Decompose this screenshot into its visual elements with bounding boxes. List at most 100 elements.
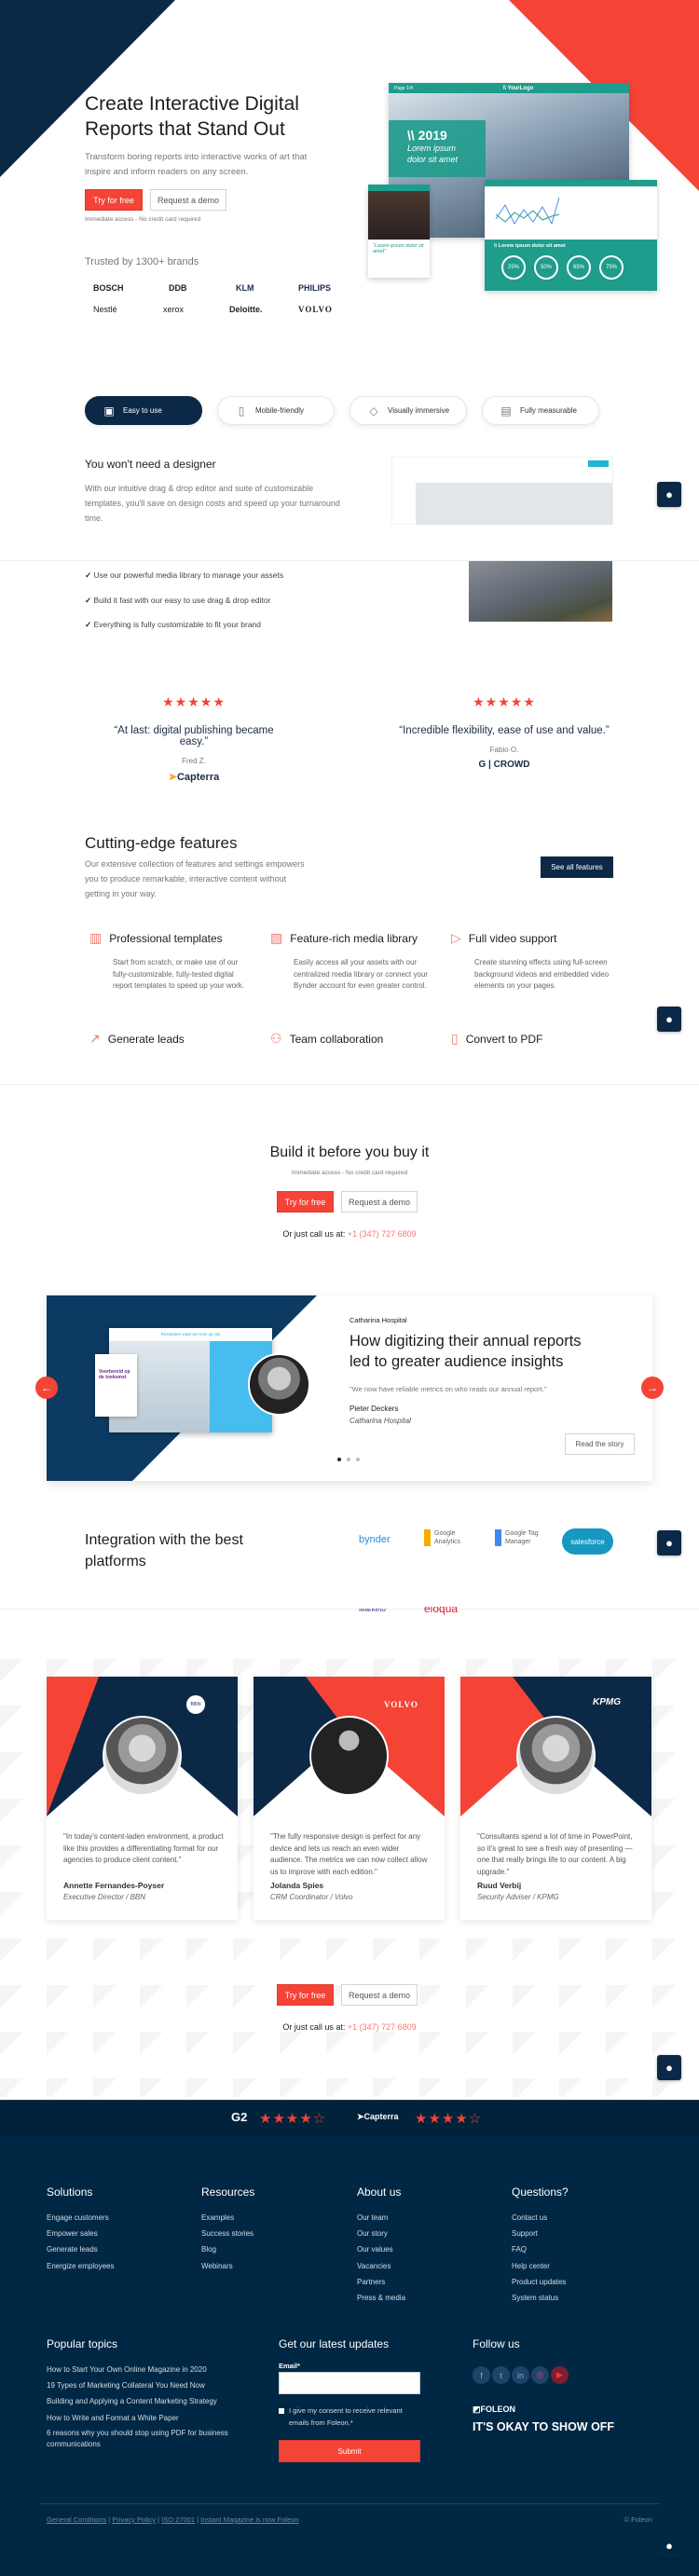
- chat-bubble-icon[interactable]: ●: [657, 1007, 681, 1032]
- topic-link[interactable]: How to Start Your Own Online Magazine in…: [47, 2362, 242, 2377]
- capterra-logo: ➤Capterra: [168, 772, 220, 783]
- feature-generate-leads: ↗ Generate leads: [89, 1031, 185, 1047]
- try-for-free-button[interactable]: Try for free: [85, 189, 143, 211]
- try-for-free-button[interactable]: Try for free: [277, 1191, 334, 1213]
- testimonial-card: BBN "In today's content-laden environmen…: [47, 1677, 238, 1920]
- call-label: Or just call us at:: [282, 2022, 346, 2032]
- facebook-icon[interactable]: f: [473, 2366, 490, 2384]
- features-text-line: getting in your way.: [85, 889, 157, 898]
- feature-convert-pdf: ▯ Convert to PDF: [451, 1031, 542, 1047]
- footer-link[interactable]: Success stories: [201, 2226, 254, 2241]
- read-story-button[interactable]: Read the story: [565, 1433, 635, 1455]
- footer-link[interactable]: Our values: [357, 2241, 405, 2257]
- footer-link[interactable]: FAQ: [512, 2241, 569, 2257]
- chat-bubble-icon[interactable]: ●: [657, 1530, 681, 1555]
- feature-checklist: ✓ Use our powerful media library to mana…: [85, 563, 283, 637]
- footer-link[interactable]: Contact us: [512, 2210, 569, 2226]
- templates-icon: ▥: [89, 930, 103, 945]
- footer-link[interactable]: Product updates: [512, 2274, 569, 2290]
- footer-link[interactable]: Vacancies: [357, 2258, 405, 2274]
- topic-link[interactable]: 19 Types of Marketing Collateral You Nee…: [47, 2377, 242, 2393]
- footer-link[interactable]: Generate leads: [47, 2241, 114, 2257]
- topic-link[interactable]: How to Write and Format a White Paper: [47, 2410, 242, 2426]
- case-person: Pieter Deckers: [350, 1404, 399, 1413]
- call-us-line: Or just call us at: +1 (347) 727 6809: [0, 1229, 699, 1239]
- linkedin-icon[interactable]: in: [512, 2366, 529, 2384]
- carousel-dot-active[interactable]: [337, 1458, 341, 1461]
- trusted-by-label: Trusted by 1300+ brands: [85, 256, 199, 267]
- consent-checkbox[interactable]: [279, 2408, 284, 2414]
- testimonial-name: Jolanda Spies: [270, 1881, 324, 1890]
- tab-mobile-friendly[interactable]: ▯ Mobile-friendly: [217, 396, 335, 425]
- youtube-icon[interactable]: ▶: [551, 2366, 569, 2384]
- request-demo-button[interactable]: Request a demo: [150, 189, 226, 211]
- footer-link[interactable]: Partners: [357, 2274, 405, 2290]
- section-divider: [0, 1084, 699, 1085]
- testimonial-name: Annette Fernandes-Poyser: [63, 1881, 165, 1890]
- submit-button[interactable]: Submit: [279, 2440, 420, 2462]
- carousel-dot[interactable]: [356, 1458, 360, 1461]
- mockup-heading: Voorbereid op de toekomst: [95, 1354, 137, 1417]
- chat-bubble-icon[interactable]: ●: [657, 2533, 681, 2558]
- tab-fully-measurable[interactable]: ▤ Fully measurable: [482, 396, 599, 425]
- footer-link[interactable]: Empower sales: [47, 2226, 114, 2241]
- footer-link[interactable]: Energize employees: [47, 2258, 114, 2274]
- twitter-icon[interactable]: t: [492, 2366, 510, 2384]
- testimonial-role: Executive Director / BBN: [63, 1893, 146, 1901]
- see-all-features-button[interactable]: See all features: [541, 856, 613, 878]
- legal-link[interactable]: General Conditions: [47, 2515, 106, 2524]
- email-input[interactable]: [279, 2372, 420, 2394]
- check-item: ✓ Build it fast with our easy to use dra…: [85, 588, 283, 613]
- footer-link[interactable]: System status: [512, 2290, 569, 2306]
- testimonial-card: VOLVO "The fully responsive design is pe…: [254, 1677, 445, 1920]
- footer-link[interactable]: Support: [512, 2226, 569, 2241]
- footer-link[interactable]: Our team: [357, 2210, 405, 2226]
- brand-logo-philips: PHILIPS: [298, 283, 332, 293]
- carousel-next-arrow-icon[interactable]: →: [641, 1377, 664, 1399]
- legal-link[interactable]: Privacy Policy: [112, 2515, 156, 2524]
- phone-link[interactable]: +1 (347) 727 6809: [348, 2022, 417, 2032]
- mockup-headline: dolor sit amet: [407, 155, 459, 164]
- review-author: Fred Z.: [182, 757, 206, 765]
- eloqua-logo: eloqua: [424, 1607, 459, 1615]
- carousel-dot[interactable]: [347, 1458, 350, 1461]
- feature-title: Generate leads: [107, 1032, 185, 1046]
- request-demo-button[interactable]: Request a demo: [341, 1191, 418, 1213]
- footer-link[interactable]: Help center: [512, 2258, 569, 2274]
- try-for-free-button[interactable]: Try for free: [277, 1984, 334, 2006]
- chat-bubble-icon[interactable]: ●: [657, 2055, 681, 2080]
- brand-logo-deloitte: Deloitte.: [229, 305, 263, 314]
- google-tag-manager-logo: Google Tag Manager: [495, 1529, 551, 1546]
- tab-easy-to-use[interactable]: ▣ Easy to use: [85, 396, 202, 425]
- chat-bubble-icon[interactable]: ●: [657, 482, 681, 507]
- hero-title-line: Reports that Stand Out: [85, 118, 285, 140]
- footer-follow: Follow us f t in ◎ ▶ ◩FOLEON IT'S OKAY T…: [473, 2337, 614, 2433]
- stat-circle: 75%: [599, 255, 624, 280]
- phone-link[interactable]: +1 (347) 727 6809: [348, 1229, 417, 1239]
- check-text: Use our powerful media library to manage…: [93, 570, 284, 580]
- brand-name: FOLEON: [480, 2405, 516, 2414]
- brand-logo-xerox: xerox: [163, 305, 185, 314]
- footer-link[interactable]: Webinars: [201, 2258, 254, 2274]
- footer-link[interactable]: Press & media: [357, 2290, 405, 2306]
- company-logo: BBN: [186, 1695, 205, 1714]
- tab-visually-immersive[interactable]: ◇ Visually immersive: [350, 396, 467, 425]
- legal-link[interactable]: ISO 27001: [161, 2515, 195, 2524]
- request-demo-button[interactable]: Request a demo: [341, 1984, 418, 2006]
- review-quote: “At last: digital publishing became easy…: [114, 725, 274, 747]
- topic-link[interactable]: Building and Applying a Content Marketin…: [47, 2393, 242, 2409]
- capterra-logo: ➤Capterra: [357, 2112, 399, 2121]
- mockup-year: \\ 2019: [407, 128, 447, 143]
- feature-team-collaboration: ⚇ Team collaboration: [270, 1031, 383, 1047]
- footer-link[interactable]: Engage customers: [47, 2210, 114, 2226]
- footer-link[interactable]: Blog: [201, 2241, 254, 2257]
- footer-link[interactable]: Our story: [357, 2226, 405, 2241]
- instagram-icon[interactable]: ◎: [531, 2366, 549, 2384]
- legal-link[interactable]: Instant Magazine is now Foleon: [200, 2515, 298, 2524]
- case-study-card: Resultaten waar we trots op zijn Voorber…: [47, 1295, 652, 1481]
- footer-link[interactable]: Examples: [201, 2210, 254, 2226]
- stat-circle: 65%: [567, 255, 591, 280]
- carousel-prev-arrow-icon[interactable]: ←: [35, 1377, 58, 1399]
- topic-link[interactable]: 6 reasons why you should stop using PDF …: [47, 2428, 242, 2451]
- mockup-headline: Lorem ipsum: [407, 144, 457, 153]
